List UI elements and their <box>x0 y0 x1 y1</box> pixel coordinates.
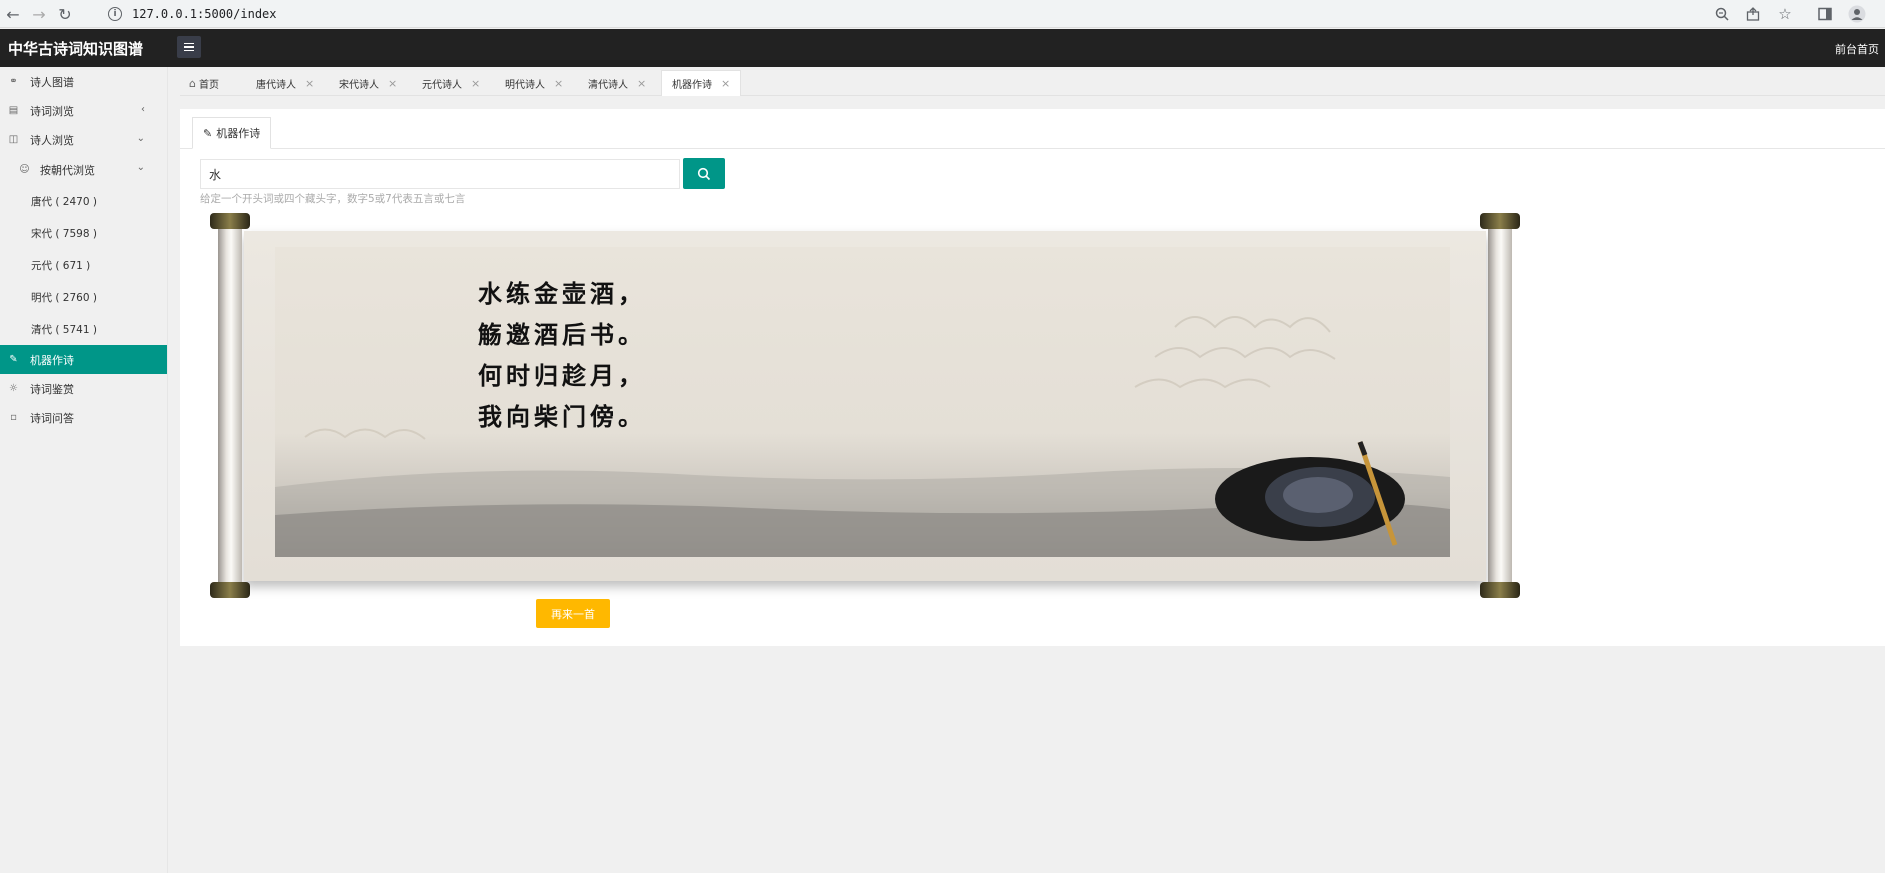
inkstone-brush-icon <box>1215 441 1405 546</box>
right-scroll-roller <box>1480 213 1520 598</box>
sidebar-item-label: 唐代 ( 2470 ) <box>31 195 97 208</box>
share-icon[interactable] <box>1742 3 1764 25</box>
sidebar-item-poet-graph[interactable]: ⚭ 诗人图谱 <box>0 67 167 96</box>
sidebar-item-label: 清代 ( 5741 ) <box>31 323 97 336</box>
tab-ming-poets[interactable]: 明代诗人 × <box>505 70 563 96</box>
main-card: ✎ 机器作诗 给定一个开头词或四个藏头字，数字5或7代表五言或七言 水练金壶酒， <box>180 109 1885 646</box>
pen-icon: ✎ <box>9 354 18 365</box>
sidebar-item-qing[interactable]: 清代 ( 5741 ) <box>0 313 167 345</box>
left-scroll-roller <box>210 213 250 598</box>
graph-icon: ⚭ <box>9 76 18 87</box>
back-icon[interactable]: ← <box>2 3 24 25</box>
sidebar-item-machine-poetry[interactable]: ✎ 机器作诗 <box>0 345 167 374</box>
app-title: 中华古诗词知识图谱 <box>8 40 144 58</box>
sidebar-item-label: 诗人图谱 <box>30 75 74 89</box>
front-page-link[interactable]: 前台首页 <box>1835 41 1879 57</box>
user-circle-icon: ☺ <box>19 164 30 175</box>
read-icon: ◫ <box>8 134 19 145</box>
sidebar-item-appreciation[interactable]: ☼ 诗词鉴赏 <box>0 374 167 403</box>
sidebar-item-label: 诗人浏览 <box>30 133 74 147</box>
poem-line: 水练金壶酒， <box>478 279 646 308</box>
home-icon: ⌂ <box>189 76 196 90</box>
tab-home[interactable]: ⌂ 首页 <box>189 70 219 96</box>
forward-icon[interactable]: → <box>28 3 50 25</box>
tab-qing-poets[interactable]: 清代诗人 × <box>588 70 646 96</box>
sidebar-item-song[interactable]: 宋代 ( 7598 ) <box>0 217 167 249</box>
tab-tang-poets[interactable]: 唐代诗人 × <box>256 70 314 96</box>
search-icon <box>697 167 711 180</box>
chevron-down-icon: ⌄ <box>136 133 145 144</box>
poem-scroll: 水练金壶酒， 觞邀酒后书。 何时归趁月， 我向柴门傍。 <box>210 213 1520 598</box>
app-header: 中华古诗词知识图谱 前台首页 <box>0 29 1885 67</box>
zoom-icon[interactable] <box>1711 3 1733 25</box>
tab-label: 清代诗人 <box>588 79 628 91</box>
tab-song-poets[interactable]: 宋代诗人 × <box>339 70 397 96</box>
divider <box>180 148 1885 149</box>
poem-line: 何时归趁月， <box>478 361 646 390</box>
sidebar-item-qa[interactable]: ▫ 诗词问答 <box>0 403 167 432</box>
poem-line: 我向柴门傍。 <box>478 402 646 431</box>
profile-icon[interactable] <box>1846 3 1868 25</box>
bulb-icon: ☼ <box>9 383 18 394</box>
tab-label: 首页 <box>198 79 219 91</box>
sidebar-item-label: 元代 ( 671 ) <box>31 259 91 272</box>
edit-icon: ✎ <box>203 126 213 140</box>
poem-line: 觞邀酒后书。 <box>478 320 646 349</box>
chat-icon: ▫ <box>10 412 17 423</box>
tab-label: 宋代诗人 <box>339 79 379 91</box>
tab-label: 唐代诗人 <box>256 79 296 91</box>
close-icon[interactable]: × <box>721 77 730 90</box>
search-button[interactable] <box>683 158 725 189</box>
sidebar-item-label: 诗词问答 <box>30 411 74 425</box>
sidebar-item-label: 宋代 ( 7598 ) <box>31 227 97 240</box>
sidebar-item-tang[interactable]: 唐代 ( 2470 ) <box>0 185 167 217</box>
book-icon: ▤ <box>8 105 19 116</box>
close-icon[interactable]: × <box>554 77 563 90</box>
tab-label: 机器作诗 <box>672 80 712 91</box>
card-tab-machine-poetry[interactable]: ✎ 机器作诗 <box>192 117 272 149</box>
card-tab-label: 机器作诗 <box>216 127 261 140</box>
chevron-down-icon: ⌄ <box>136 162 145 173</box>
close-icon[interactable]: × <box>637 77 646 90</box>
tab-label: 明代诗人 <box>505 79 545 91</box>
sidebar-item-yuan[interactable]: 元代 ( 671 ) <box>0 249 167 281</box>
bookmark-star-icon[interactable]: ☆ <box>1774 3 1796 25</box>
poem-seed-input[interactable] <box>200 159 680 189</box>
side-panel-icon[interactable] <box>1814 3 1836 25</box>
tab-yuan-poets[interactable]: 元代诗人 × <box>422 70 480 96</box>
chevron-left-icon: ‹ <box>141 104 145 115</box>
sidebar-item-label: 诗词鉴赏 <box>30 382 74 396</box>
tab-bar: ⌂ 首页 唐代诗人 × 宋代诗人 × 元代诗人 × 明代诗人 × 清代诗人 × … <box>180 68 1885 96</box>
tab-label: 元代诗人 <box>422 79 462 91</box>
close-icon[interactable]: × <box>388 77 397 90</box>
menu-toggle-button[interactable] <box>177 36 201 58</box>
generated-poem: 水练金壶酒， 觞邀酒后书。 何时归趁月， 我向柴门傍。 <box>478 273 646 437</box>
sidebar: ⚭ 诗人图谱 ▤ 诗词浏览 ‹ ◫ 诗人浏览 ⌄ ☺ 按朝代浏览 ⌄ 唐代 ( … <box>0 67 168 873</box>
sidebar-item-by-dynasty[interactable]: ☺ 按朝代浏览 ⌄ <box>0 154 167 185</box>
generate-again-button[interactable]: 再来一首 <box>536 599 610 628</box>
site-info-icon[interactable]: i <box>108 7 122 21</box>
browser-toolbar: ← → ↻ i 127.0.0.1:5000/index ☆ <box>0 0 1885 28</box>
reload-icon[interactable]: ↻ <box>54 3 76 25</box>
sidebar-item-label: 明代 ( 2760 ) <box>31 291 97 304</box>
tab-machine-poetry[interactable]: 机器作诗 × <box>661 70 742 96</box>
sidebar-item-poet-browse[interactable]: ◫ 诗人浏览 ⌄ <box>0 125 167 154</box>
sidebar-item-label: 诗词浏览 <box>30 104 74 118</box>
input-hint: 给定一个开头词或四个藏头字，数字5或7代表五言或七言 <box>200 193 466 205</box>
close-icon[interactable]: × <box>305 77 314 90</box>
sidebar-item-label: 按朝代浏览 <box>40 163 95 177</box>
url-text: 127.0.0.1:5000/index <box>132 7 277 21</box>
address-bar[interactable]: i 127.0.0.1:5000/index <box>100 2 1710 26</box>
ink-painting: 水练金壶酒， 觞邀酒后书。 何时归趁月， 我向柴门傍。 <box>275 247 1450 557</box>
sidebar-item-poem-browse[interactable]: ▤ 诗词浏览 ‹ <box>0 96 167 125</box>
sidebar-item-ming[interactable]: 明代 ( 2760 ) <box>0 281 167 313</box>
close-icon[interactable]: × <box>471 77 480 90</box>
sidebar-item-label: 机器作诗 <box>30 353 74 367</box>
